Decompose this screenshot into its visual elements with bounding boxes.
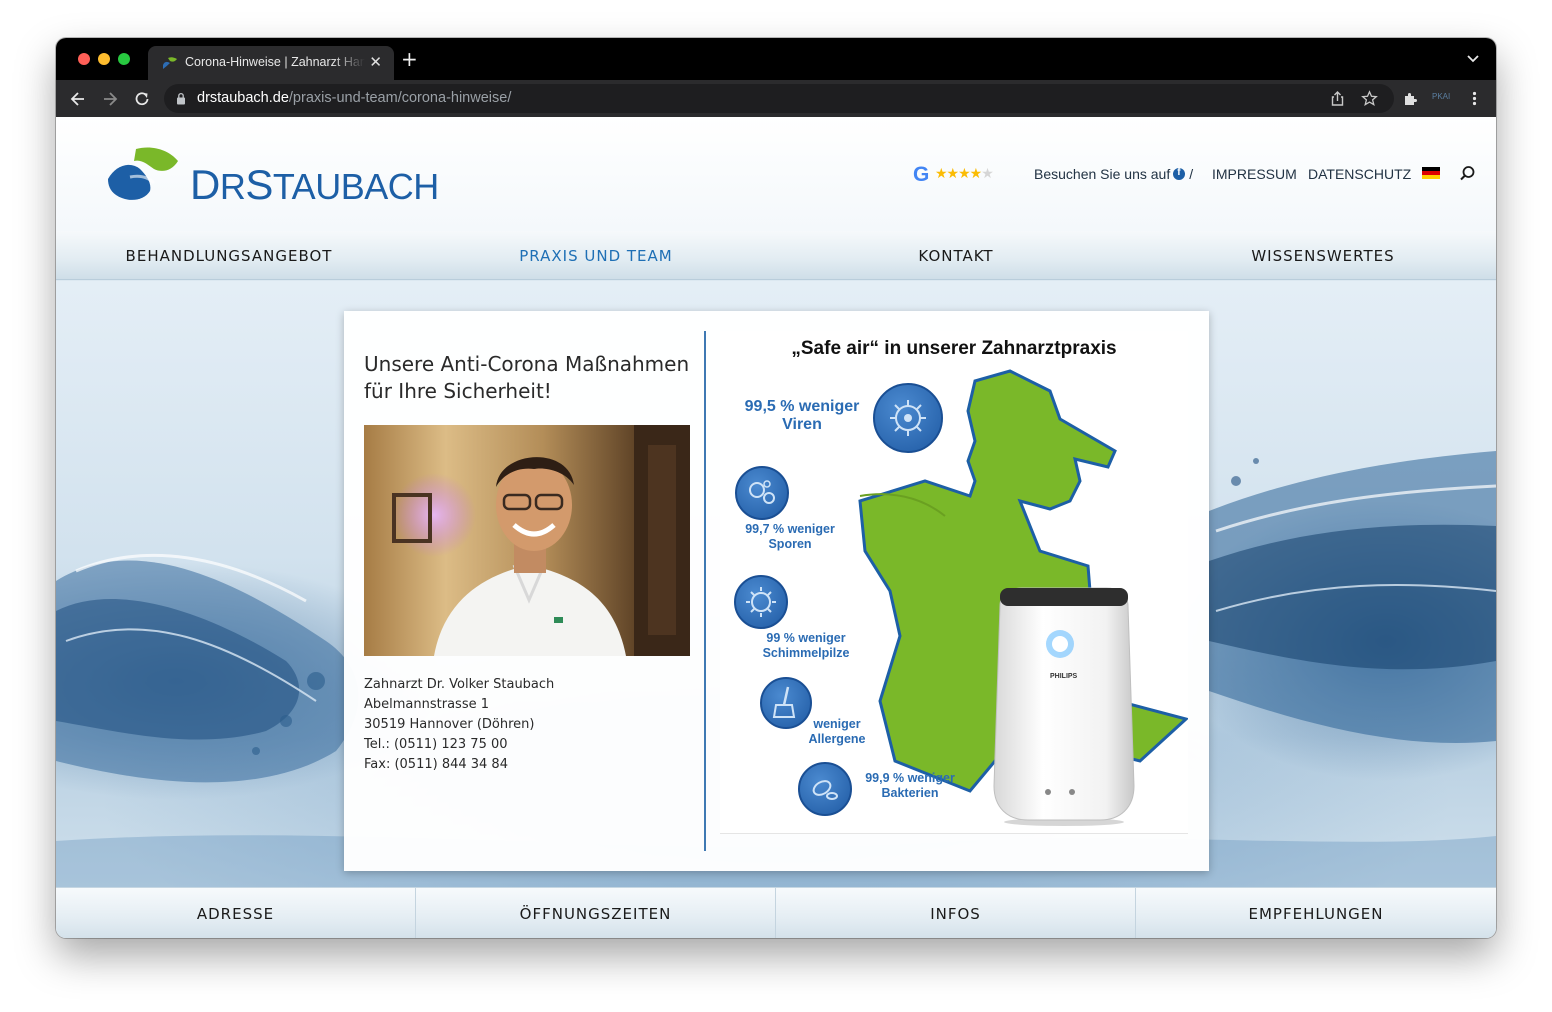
badge-sporen-label: 99,7 % weniger Sporen (745, 522, 835, 551)
chevron-down-icon[interactable] (1466, 51, 1480, 65)
tab-close-icon[interactable]: ✕ (369, 53, 382, 71)
badge-viren-label: 99,5 % weniger Viren (744, 398, 860, 433)
maximize-window-button[interactable] (118, 53, 130, 65)
nav-wissenswertes[interactable]: WISSENSWERTES (1251, 247, 1394, 265)
safe-air-infographic: „Safe air“ in unserer Zahnarztpraxis PHI… (720, 331, 1188, 834)
tab-title: Corona-Hinweise | Zahnarzt Hannover (185, 55, 365, 69)
close-window-button[interactable] (78, 53, 90, 65)
google-icon: G (913, 163, 930, 186)
facebook-link[interactable]: Besuchen Sie uns auf f / (1034, 166, 1193, 182)
svg-text:PHILIPS: PHILIPS (1050, 673, 1078, 680)
doctor-portrait-photo (364, 425, 690, 656)
address-phone[interactable]: Tel.: (0511) 123 75 00 (364, 735, 554, 755)
back-arrow-icon[interactable] (68, 89, 88, 109)
air-purifier-image: PHILIPS (990, 586, 1138, 826)
reload-icon[interactable] (132, 89, 152, 109)
google-rating-badge[interactable]: G ★★★★★ (913, 163, 1017, 187)
forward-arrow-icon[interactable] (100, 89, 120, 109)
address-bar[interactable]: drstaubach.de/praxis-und-team/corona-hin… (164, 84, 1394, 113)
site-favicon-icon (163, 57, 177, 69)
footer-empfehlungen[interactable]: EMPFEHLUNGEN (1136, 888, 1496, 938)
mold-icon (734, 575, 788, 629)
address-fax: Fax: (0511) 844 34 84 (364, 757, 508, 772)
tab-bar: Corona-Hinweise | Zahnarzt Hannover ✕ + (56, 38, 1496, 80)
card-divider (704, 331, 706, 851)
extensions-puzzle-icon[interactable] (1402, 90, 1419, 107)
site-header: DRSTAUBACH G ★★★★★ Besuchen Sie uns auf f… (56, 117, 1496, 231)
logo-wordmark: DRSTAUBACH (190, 161, 439, 208)
facebook-icon: f (1173, 167, 1186, 180)
bacteria-icon (798, 762, 852, 816)
browser-window: Corona-Hinweise | Zahnarzt Hannover ✕ + … (56, 38, 1496, 938)
kebab-menu-icon[interactable] (1466, 90, 1483, 107)
nav-behandlungsangebot[interactable]: BEHANDLUNGSANGEBOT (126, 247, 333, 265)
url-host: drstaubach.de (197, 90, 289, 106)
site-logo[interactable]: DRSTAUBACH (106, 147, 439, 208)
badge-schimmelpilze-label: 99 % weniger Schimmelpilze (762, 631, 850, 660)
url-text: drstaubach.de/praxis-und-team/corona-hin… (197, 90, 511, 106)
content-card: Unsere Anti-Corona Maßnahmen für Ihre Si… (344, 311, 1209, 871)
share-icon[interactable] (1329, 90, 1346, 107)
impressum-link[interactable]: IMPRESSUM (1212, 166, 1297, 182)
search-icon[interactable] (1459, 165, 1476, 182)
footer-adresse[interactable]: ADRESSE (56, 888, 416, 938)
practice-address: Zahnarzt Dr. Volker Staubach Abelmannstr… (364, 675, 554, 775)
browser-toolbar: drstaubach.de/praxis-und-team/corona-hin… (56, 80, 1496, 117)
address-city: 30519 Hannover (Döhren) (364, 717, 535, 732)
datenschutz-link[interactable]: DATENSCHUTZ (1308, 166, 1411, 182)
web-page: DRSTAUBACH G ★★★★★ Besuchen Sie uns auf f… (56, 117, 1496, 938)
virus-icon (873, 383, 943, 453)
footer-infos[interactable]: INFOS (776, 888, 1136, 938)
nav-kontakt[interactable]: KONTAKT (918, 247, 993, 265)
logo-mark-icon (108, 147, 178, 200)
badge-allergene-label: weniger Allergene (808, 717, 866, 746)
bookmark-star-icon[interactable] (1361, 90, 1378, 107)
rating-stars: ★★★★★ (935, 166, 994, 182)
new-tab-button[interactable]: + (401, 49, 418, 69)
badge-bakterien-label: 99,9 % weniger Bakterien (865, 771, 955, 800)
main-navigation: BEHANDLUNGSANGEBOT PRAXIS UND TEAM KONTA… (56, 231, 1496, 280)
footer-oeffnungszeiten[interactable]: ÖFFNUNGSZEITEN (416, 888, 776, 938)
minimize-window-button[interactable] (98, 53, 110, 65)
footer-navigation: ADRESSE ÖFFNUNGSZEITEN INFOS EMPFEHLUNGE… (56, 887, 1496, 938)
spores-icon (735, 466, 789, 520)
url-path: /praxis-und-team/corona-hinweise/ (288, 90, 512, 106)
extension-badge[interactable]: PKAI (1432, 92, 1450, 101)
page-title: Unsere Anti-Corona Maßnahmen für Ihre Si… (364, 352, 690, 403)
address-street: Abelmannstrasse 1 (364, 697, 489, 712)
german-flag-icon[interactable] (1422, 167, 1440, 179)
lock-icon (177, 92, 185, 105)
nav-praxis-und-team[interactable]: PRAXIS UND TEAM (519, 247, 672, 265)
browser-tab[interactable]: Corona-Hinweise | Zahnarzt Hannover ✕ (148, 46, 394, 80)
address-name: Zahnarzt Dr. Volker Staubach (364, 677, 555, 692)
